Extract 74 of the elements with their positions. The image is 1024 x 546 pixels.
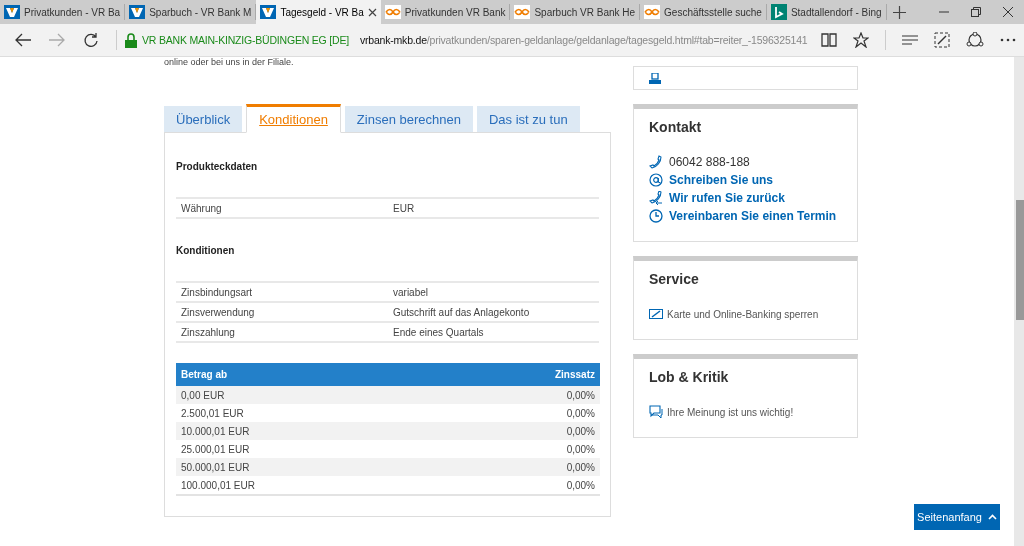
close-icon[interactable] <box>1003 7 1013 17</box>
bank-logo-icon <box>260 5 277 19</box>
bank-logo-icon <box>129 5 146 19</box>
at-sign-icon <box>649 173 663 187</box>
contact-link[interactable]: Wir rufen Sie zurück <box>649 191 842 205</box>
row-label: Zinsbindungsart <box>181 286 254 298</box>
share-icon[interactable] <box>966 32 984 48</box>
menu-icon[interactable] <box>902 34 918 46</box>
table-cell: 50.000,01 EUR <box>176 458 442 476</box>
card-title: Service <box>649 271 700 287</box>
intro-text: online oder bei uns in der Filiale. <box>164 57 295 69</box>
row-value: Ende eines Quartals <box>393 326 484 338</box>
card-title: Lob & Kritik <box>649 369 730 385</box>
content-tab[interactable]: Zinsen berechnen <box>344 106 473 132</box>
column-header: Zinssatz <box>441 363 600 386</box>
phone-number: 06042 888-188 <box>649 155 842 169</box>
lock-icon <box>125 32 137 48</box>
table-cell: 0,00% <box>441 476 600 495</box>
speech-bubble-icon <box>649 405 663 419</box>
browser-tab[interactable]: Privatkunden - VR Ba <box>0 4 126 20</box>
swirl-logo-icon <box>644 5 661 19</box>
close-icon[interactable] <box>367 7 377 17</box>
scrollbar[interactable] <box>1014 57 1024 546</box>
card-icon <box>649 307 663 321</box>
browser-tab[interactable]: Stadtallendorf - Bing <box>766 4 887 20</box>
table-cell: 0,00% <box>441 386 600 404</box>
row-value: EUR <box>393 202 415 214</box>
logo-icon <box>770 4 787 20</box>
phone-icon <box>649 155 663 169</box>
table-cell: 0,00% <box>441 440 600 458</box>
table-cell: 0,00% <box>441 458 600 476</box>
content-tab[interactable]: Überblick <box>164 106 243 132</box>
restore-icon[interactable] <box>971 7 981 17</box>
contact-link[interactable]: Schreiben Sie uns <box>649 173 842 187</box>
row-value: Gutschrift auf das Anlagekonto <box>393 306 530 318</box>
swirl-logo-icon <box>514 5 531 19</box>
star-icon[interactable] <box>853 32 869 48</box>
table-cell: 10.000,01 EUR <box>176 422 442 440</box>
swirl-logo-icon <box>384 5 401 19</box>
row-label: Zinsverwendung <box>181 306 256 318</box>
more-icon[interactable] <box>1000 38 1016 42</box>
column-header: Betrag ab <box>176 363 442 386</box>
browser-tab[interactable]: Sparbuch VR Bank He <box>510 4 641 20</box>
table-cell: 0,00 EUR <box>176 386 442 404</box>
browser-tab[interactable]: Sparbuch - VR Bank M <box>125 4 257 20</box>
print-icon[interactable] <box>649 73 661 85</box>
browser-tab[interactable]: Tagesgeld - VR Ba <box>256 0 381 24</box>
back-icon[interactable] <box>15 33 31 47</box>
back-to-top-button[interactable]: Seitenanfang <box>914 504 1000 530</box>
table-cell: 2.500,01 EUR <box>176 404 442 422</box>
table-cell: 0,00% <box>441 422 600 440</box>
pen-icon[interactable] <box>934 32 950 48</box>
contact-link[interactable]: Vereinbaren Sie einen Termin <box>649 209 842 223</box>
new-tab-icon[interactable] <box>893 5 907 19</box>
table-cell: 25.000,01 EUR <box>176 440 442 458</box>
clock-icon <box>649 209 663 223</box>
service-link[interactable]: Karte und Online-Banking sperren <box>649 307 842 321</box>
content-tab[interactable]: Das ist zu tun <box>476 106 580 132</box>
row-label: Zinszahlung <box>181 326 236 338</box>
row-value: variabel <box>393 286 429 298</box>
refresh-icon[interactable] <box>83 32 99 48</box>
service-link[interactable]: Ihre Meinung ist uns wichtig! <box>649 405 842 419</box>
browser-tab[interactable]: Privatkunden VR Bank <box>380 4 511 20</box>
book-icon[interactable] <box>821 33 837 47</box>
section-heading: Konditionen <box>176 245 236 258</box>
phone-arrow-icon <box>649 191 663 205</box>
card-title: Kontakt <box>649 119 703 135</box>
table-cell: 0,00% <box>441 404 600 422</box>
section-heading: Produkteckdaten <box>176 161 259 174</box>
row-label: Währung <box>181 202 223 214</box>
table-cell: 100.000,01 EUR <box>176 476 442 495</box>
bank-logo-icon <box>4 5 20 19</box>
chevron-up-icon[interactable] <box>987 514 997 520</box>
browser-tab[interactable]: Geschäftsstelle suche <box>640 4 767 20</box>
